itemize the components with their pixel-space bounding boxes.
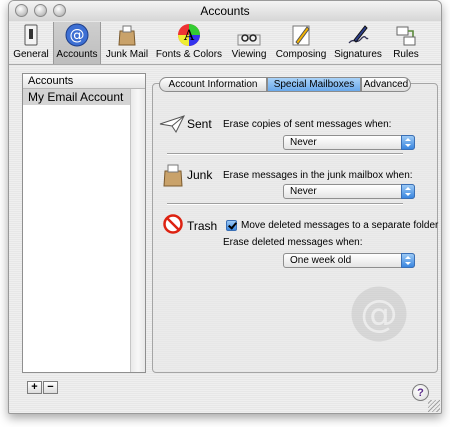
move-deleted-label[interactable]: Move deleted messages to a separate fold… <box>241 220 438 231</box>
font-colors-icon: A <box>178 24 200 46</box>
tab-bar: Account Information Special Mailboxes Ad… <box>159 77 411 92</box>
tab-special-mailboxes[interactable]: Special Mailboxes <box>267 77 361 92</box>
tab-advanced[interactable]: Advanced <box>361 77 411 92</box>
pencil-note-icon <box>292 25 310 46</box>
at-sign-icon: @ <box>65 23 89 47</box>
window-title: Accounts <box>200 4 250 18</box>
sent-description: Erase copies of sent messages when: <box>223 119 392 130</box>
divider <box>167 153 403 155</box>
trash-erase-popup[interactable]: One week old <box>283 253 415 268</box>
remove-account-button[interactable]: − <box>43 381 58 394</box>
svg-text:A: A <box>183 28 195 44</box>
sent-label: Sent <box>187 117 212 131</box>
toolbar-item-rules[interactable]: Rules <box>387 22 425 64</box>
toolbar-item-viewing[interactable]: Viewing <box>227 22 271 64</box>
close-button[interactable] <box>15 4 28 17</box>
signature-pen-icon <box>348 25 369 44</box>
trash-label: Trash <box>187 219 218 233</box>
junk-bag-icon <box>163 164 183 187</box>
title-bar: Accounts <box>9 1 441 21</box>
resize-handle[interactable] <box>428 400 440 412</box>
toolbar-item-fonts-colors[interactable]: A Fonts & Colors <box>153 22 225 64</box>
junk-label: Junk <box>187 168 213 182</box>
toolbar-item-junk-mail[interactable]: Junk Mail <box>103 22 151 64</box>
at-sign-watermark-icon: @ <box>351 286 407 342</box>
sent-erase-popup[interactable]: Never <box>283 135 415 150</box>
paper-plane-icon <box>159 115 185 133</box>
zoom-button[interactable] <box>53 4 66 17</box>
glasses-icon <box>237 34 261 46</box>
toolbar-item-composing[interactable]: Composing <box>273 22 329 64</box>
toolbar-item-accounts[interactable]: @ Accounts <box>53 22 101 64</box>
list-item[interactable]: My Email Account <box>23 89 145 105</box>
toolbar-item-signatures[interactable]: Signatures <box>331 22 385 64</box>
junk-description: Erase messages in the junk mailbox when: <box>223 170 413 181</box>
junk-erase-popup[interactable]: Never <box>283 184 415 199</box>
add-account-button[interactable]: + <box>27 381 42 394</box>
sent-erase-value: Never <box>290 137 317 148</box>
svg-text:@: @ <box>70 26 85 44</box>
chevron-updown-icon <box>401 135 415 150</box>
rules-envelope-icon <box>396 26 416 46</box>
svg-text:@: @ <box>360 292 398 336</box>
light-switch-icon <box>24 24 38 46</box>
help-button[interactable]: ? <box>412 384 429 401</box>
tab-account-information[interactable]: Account Information <box>159 77 267 92</box>
preferences-window: Accounts General @ Accounts Junk Mail A … <box>8 0 442 414</box>
trash-erase-value: One week old <box>290 255 352 266</box>
accounts-list-header: Accounts <box>23 74 145 89</box>
scrollbar[interactable] <box>130 89 145 372</box>
toolbar-item-general[interactable]: General <box>11 22 51 64</box>
move-deleted-checkbox[interactable] <box>226 220 237 231</box>
toolbar: General @ Accounts Junk Mail A Fonts & C… <box>9 21 441 65</box>
no-entry-icon <box>163 214 183 234</box>
trash-description: Erase deleted messages when: <box>223 237 363 248</box>
divider <box>167 203 403 205</box>
chevron-updown-icon <box>401 184 415 199</box>
accounts-list[interactable]: Accounts My Email Account <box>22 73 146 373</box>
junk-mail-bag-icon <box>118 25 136 46</box>
minimize-button[interactable] <box>34 4 47 17</box>
chevron-updown-icon <box>401 253 415 268</box>
junk-erase-value: Never <box>290 186 317 197</box>
